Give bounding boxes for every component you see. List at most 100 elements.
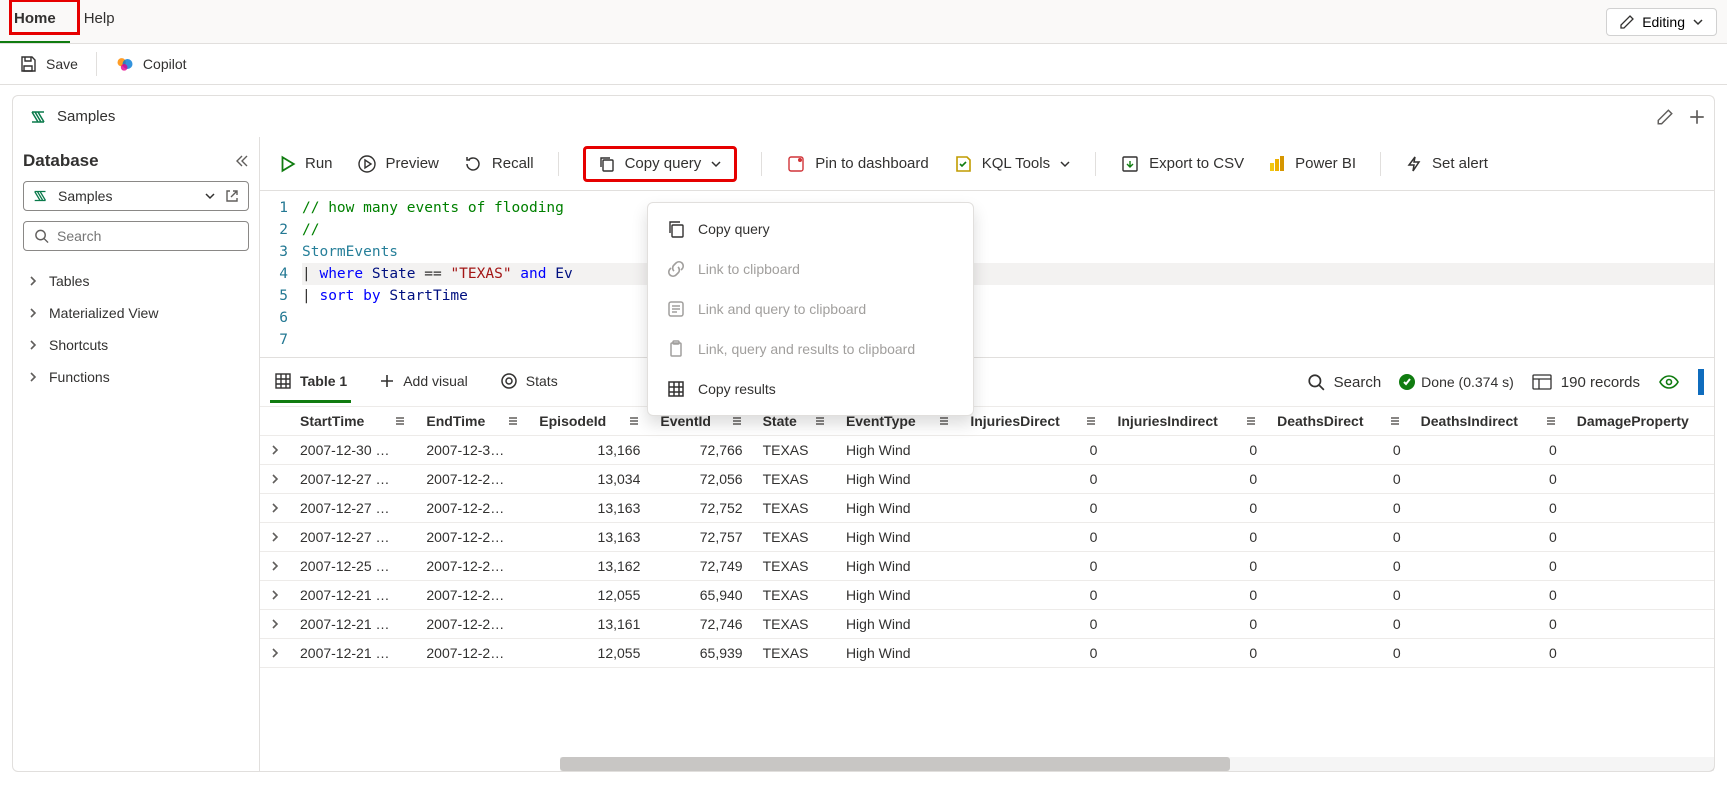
expand-row-icon[interactable] xyxy=(260,436,290,465)
cell: 0 xyxy=(1267,639,1411,668)
table-row[interactable]: 2007-12-30 …2007-12-3…13,16672,766TEXASH… xyxy=(260,436,1714,465)
tree-item[interactable]: Shortcuts xyxy=(23,329,249,361)
cell: 2007-12-27 … xyxy=(290,523,416,552)
sidebar-search-input[interactable] xyxy=(57,228,238,244)
ribbon-toolbar: Save Copilot xyxy=(0,44,1727,84)
tab-help[interactable]: Help xyxy=(70,0,129,43)
table-row[interactable]: 2007-12-27 …2007-12-2…13,03472,056TEXASH… xyxy=(260,465,1714,494)
column-header[interactable]: EpisodeId xyxy=(529,407,650,436)
table-row[interactable]: 2007-12-27 …2007-12-2…13,16372,752TEXASH… xyxy=(260,494,1714,523)
cell: 2007-12-2… xyxy=(416,610,529,639)
column-header[interactable]: InjuriesIndirect xyxy=(1107,407,1267,436)
column-header[interactable]: DeathsIndirect xyxy=(1411,407,1567,436)
expand-row-icon[interactable] xyxy=(260,639,290,668)
column-menu-icon[interactable] xyxy=(628,415,640,427)
copy-query-dropdown-button[interactable]: Copy query xyxy=(583,146,738,182)
results-search-button[interactable]: Search xyxy=(1307,373,1382,391)
pin-icon xyxy=(786,154,806,174)
cell: 0 xyxy=(1411,465,1567,494)
column-menu-icon[interactable] xyxy=(394,415,406,427)
results-tab[interactable]: Add visual xyxy=(375,363,472,402)
code-editor[interactable]: 1234567 // how many events of flooding /… xyxy=(260,191,1714,358)
sidebar-search[interactable] xyxy=(23,221,249,251)
menu-item-label: Copy results xyxy=(698,381,776,397)
menu-item[interactable]: Copy query xyxy=(648,209,973,249)
cell: 0 xyxy=(1411,523,1567,552)
run-button[interactable]: Run xyxy=(278,155,333,173)
expand-row-icon[interactable] xyxy=(260,581,290,610)
tree-item[interactable]: Tables xyxy=(23,265,249,297)
column-menu-icon[interactable] xyxy=(938,415,950,427)
column-menu-icon[interactable] xyxy=(731,415,743,427)
expand-row-icon[interactable] xyxy=(260,552,290,581)
tab-home[interactable]: Home xyxy=(0,0,70,43)
cell: High Wind xyxy=(836,581,960,610)
chevron-right-icon xyxy=(27,275,39,287)
tree-item-label: Shortcuts xyxy=(49,337,108,353)
table-row[interactable]: 2007-12-25 …2007-12-2…13,16272,749TEXASH… xyxy=(260,552,1714,581)
record-count-label: 190 records xyxy=(1561,374,1640,391)
column-menu-icon[interactable] xyxy=(1389,415,1401,427)
table-row[interactable]: 2007-12-21 …2007-12-2…13,16172,746TEXASH… xyxy=(260,610,1714,639)
add-tab-icon[interactable] xyxy=(1688,108,1706,126)
column-menu-icon[interactable] xyxy=(1545,415,1557,427)
copilot-label: Copilot xyxy=(143,56,187,72)
cell: 2007-12-30 … xyxy=(290,436,416,465)
database-sidebar: Database Samples Ta xyxy=(12,137,260,772)
side-panel-toggle[interactable] xyxy=(1698,369,1704,395)
column-menu-icon[interactable] xyxy=(507,415,519,427)
copilot-button[interactable]: Copilot xyxy=(115,54,187,74)
column-header[interactable]: EndTime xyxy=(416,407,529,436)
pin-dashboard-button[interactable]: Pin to dashboard xyxy=(786,154,928,174)
save-button[interactable]: Save xyxy=(18,54,78,74)
set-alert-label: Set alert xyxy=(1432,155,1488,172)
database-selector[interactable]: Samples xyxy=(23,181,249,211)
menu-item[interactable]: Copy results xyxy=(648,369,973,409)
cell: 0 xyxy=(960,494,1107,523)
cell: 0 xyxy=(1107,494,1267,523)
recall-button[interactable]: Recall xyxy=(463,154,534,174)
results-tab[interactable]: Stats xyxy=(496,362,562,403)
column-menu-icon[interactable] xyxy=(1245,415,1257,427)
pencil-icon[interactable] xyxy=(1656,108,1674,126)
copilot-icon xyxy=(115,54,135,74)
editing-mode-button[interactable]: Editing xyxy=(1606,8,1717,36)
expand-row-icon[interactable] xyxy=(260,610,290,639)
cell: 2007-12-3… xyxy=(416,436,529,465)
expand-row-icon[interactable] xyxy=(260,523,290,552)
export-csv-button[interactable]: Export to CSV xyxy=(1120,154,1244,174)
queryset-name: Samples xyxy=(57,108,115,125)
table-icon xyxy=(666,379,686,399)
eye-icon[interactable] xyxy=(1658,371,1680,393)
column-menu-icon[interactable] xyxy=(1085,415,1097,427)
tree-item[interactable]: Functions xyxy=(23,361,249,393)
preview-label: Preview xyxy=(386,155,439,172)
column-header[interactable]: DeathsDirect xyxy=(1267,407,1411,436)
table-row[interactable]: 2007-12-21 …2007-12-2…12,05565,939TEXASH… xyxy=(260,639,1714,668)
column-header[interactable]: InjuriesDirect xyxy=(960,407,1107,436)
header-bar: Home Help Editing xyxy=(0,0,1727,44)
table-row[interactable]: 2007-12-21 …2007-12-2…12,05565,940TEXASH… xyxy=(260,581,1714,610)
column-header[interactable]: DamageProperty xyxy=(1567,407,1714,436)
table-row[interactable]: 2007-12-27 …2007-12-2…13,16372,757TEXASH… xyxy=(260,523,1714,552)
code-area[interactable]: // how many events of flooding //StormEv… xyxy=(296,191,1714,357)
open-external-icon[interactable] xyxy=(224,188,240,204)
power-bi-button[interactable]: Power BI xyxy=(1268,155,1356,173)
kql-tools-button[interactable]: KQL Tools xyxy=(953,154,1071,174)
tree-item[interactable]: Materialized View xyxy=(23,297,249,329)
results-grid[interactable]: StartTimeEndTimeEpisodeIdEventIdStateEve… xyxy=(260,406,1714,771)
preview-button[interactable]: Preview xyxy=(357,154,439,174)
horizontal-scrollbar-thumb[interactable] xyxy=(560,757,1230,771)
expand-row-icon[interactable] xyxy=(260,494,290,523)
column-menu-icon[interactable] xyxy=(814,415,826,427)
collapse-sidebar-icon[interactable] xyxy=(233,153,249,169)
expand-row-icon[interactable] xyxy=(260,465,290,494)
cell: 0 xyxy=(1567,436,1714,465)
preview-icon xyxy=(357,154,377,174)
results-tab[interactable]: Table 1 xyxy=(270,362,351,403)
cell: 0 xyxy=(1107,465,1267,494)
cell: 0 xyxy=(1267,610,1411,639)
queryset-tab[interactable]: Samples xyxy=(21,101,123,133)
set-alert-button[interactable]: Set alert xyxy=(1405,155,1488,173)
column-header[interactable]: StartTime xyxy=(290,407,416,436)
